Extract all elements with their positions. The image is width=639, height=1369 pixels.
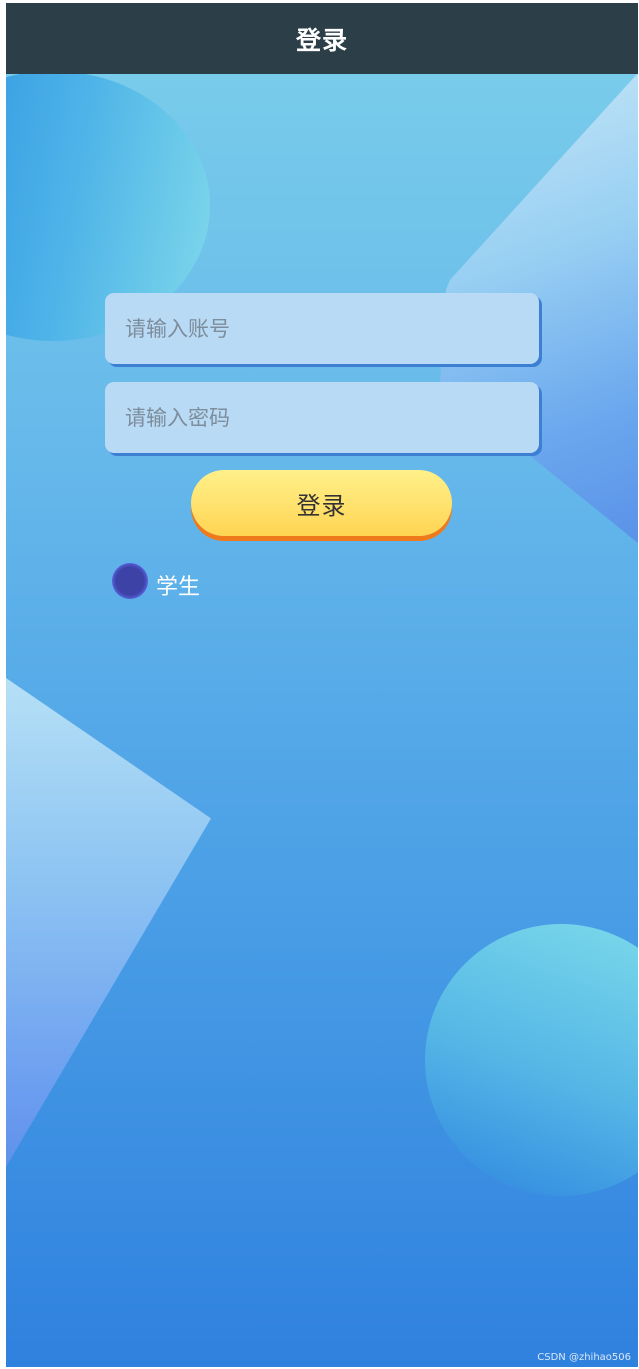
top-bar: 登录 [6,3,638,74]
login-button[interactable]: 登录 [191,470,452,536]
page-title: 登录 [295,25,348,55]
role-option-student[interactable]: 选择学生 [111,563,200,607]
password-input[interactable] [105,382,539,453]
password-field[interactable] [105,382,539,453]
decorative-circle-bottom-right [425,924,638,1196]
account-input[interactable] [105,293,539,364]
watermark: CSDN @zhihao506 [537,1352,631,1363]
account-field[interactable] [105,293,539,364]
decorative-shape-left [6,678,211,1167]
app-frame: 登录 登录 选择学生 [6,3,638,1367]
radio-selected-icon[interactable] [112,563,148,599]
